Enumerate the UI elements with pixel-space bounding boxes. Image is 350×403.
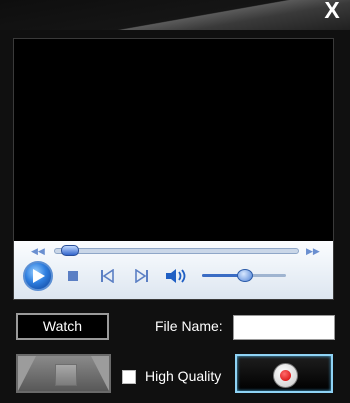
seek-back-icon[interactable]: ◀◀ — [31, 247, 45, 256]
play-button[interactable] — [23, 261, 53, 291]
filename-input[interactable] — [233, 315, 335, 340]
play-icon — [33, 269, 45, 283]
seek-forward-icon[interactable]: ▶▶ — [306, 247, 320, 256]
high-quality-label: High Quality — [145, 368, 222, 384]
stop-button[interactable] — [68, 271, 78, 281]
seek-slider-thumb[interactable] — [60, 245, 79, 256]
previous-button[interactable] — [100, 269, 114, 283]
high-quality-checkbox[interactable] — [122, 370, 136, 384]
record-button[interactable] — [235, 354, 333, 393]
stop-recording-button[interactable] — [16, 354, 111, 393]
volume-icon[interactable] — [166, 268, 188, 284]
volume-slider-thumb[interactable] — [237, 269, 253, 282]
button-bevel — [91, 356, 109, 391]
video-display[interactable] — [14, 39, 333, 241]
media-player: ◀◀ ▶▶ — [13, 38, 334, 300]
filename-label: File Name: — [155, 318, 223, 334]
title-bar: X — [0, 0, 350, 30]
record-dot — [280, 370, 291, 381]
seek-bar[interactable] — [54, 248, 299, 254]
watch-button[interactable]: Watch — [16, 313, 109, 340]
button-bevel — [18, 356, 36, 391]
record-icon — [273, 363, 298, 388]
stop-icon — [55, 364, 77, 386]
player-controls: ◀◀ ▶▶ — [14, 241, 333, 299]
close-button[interactable]: X — [320, 0, 344, 23]
next-button[interactable] — [135, 269, 149, 283]
